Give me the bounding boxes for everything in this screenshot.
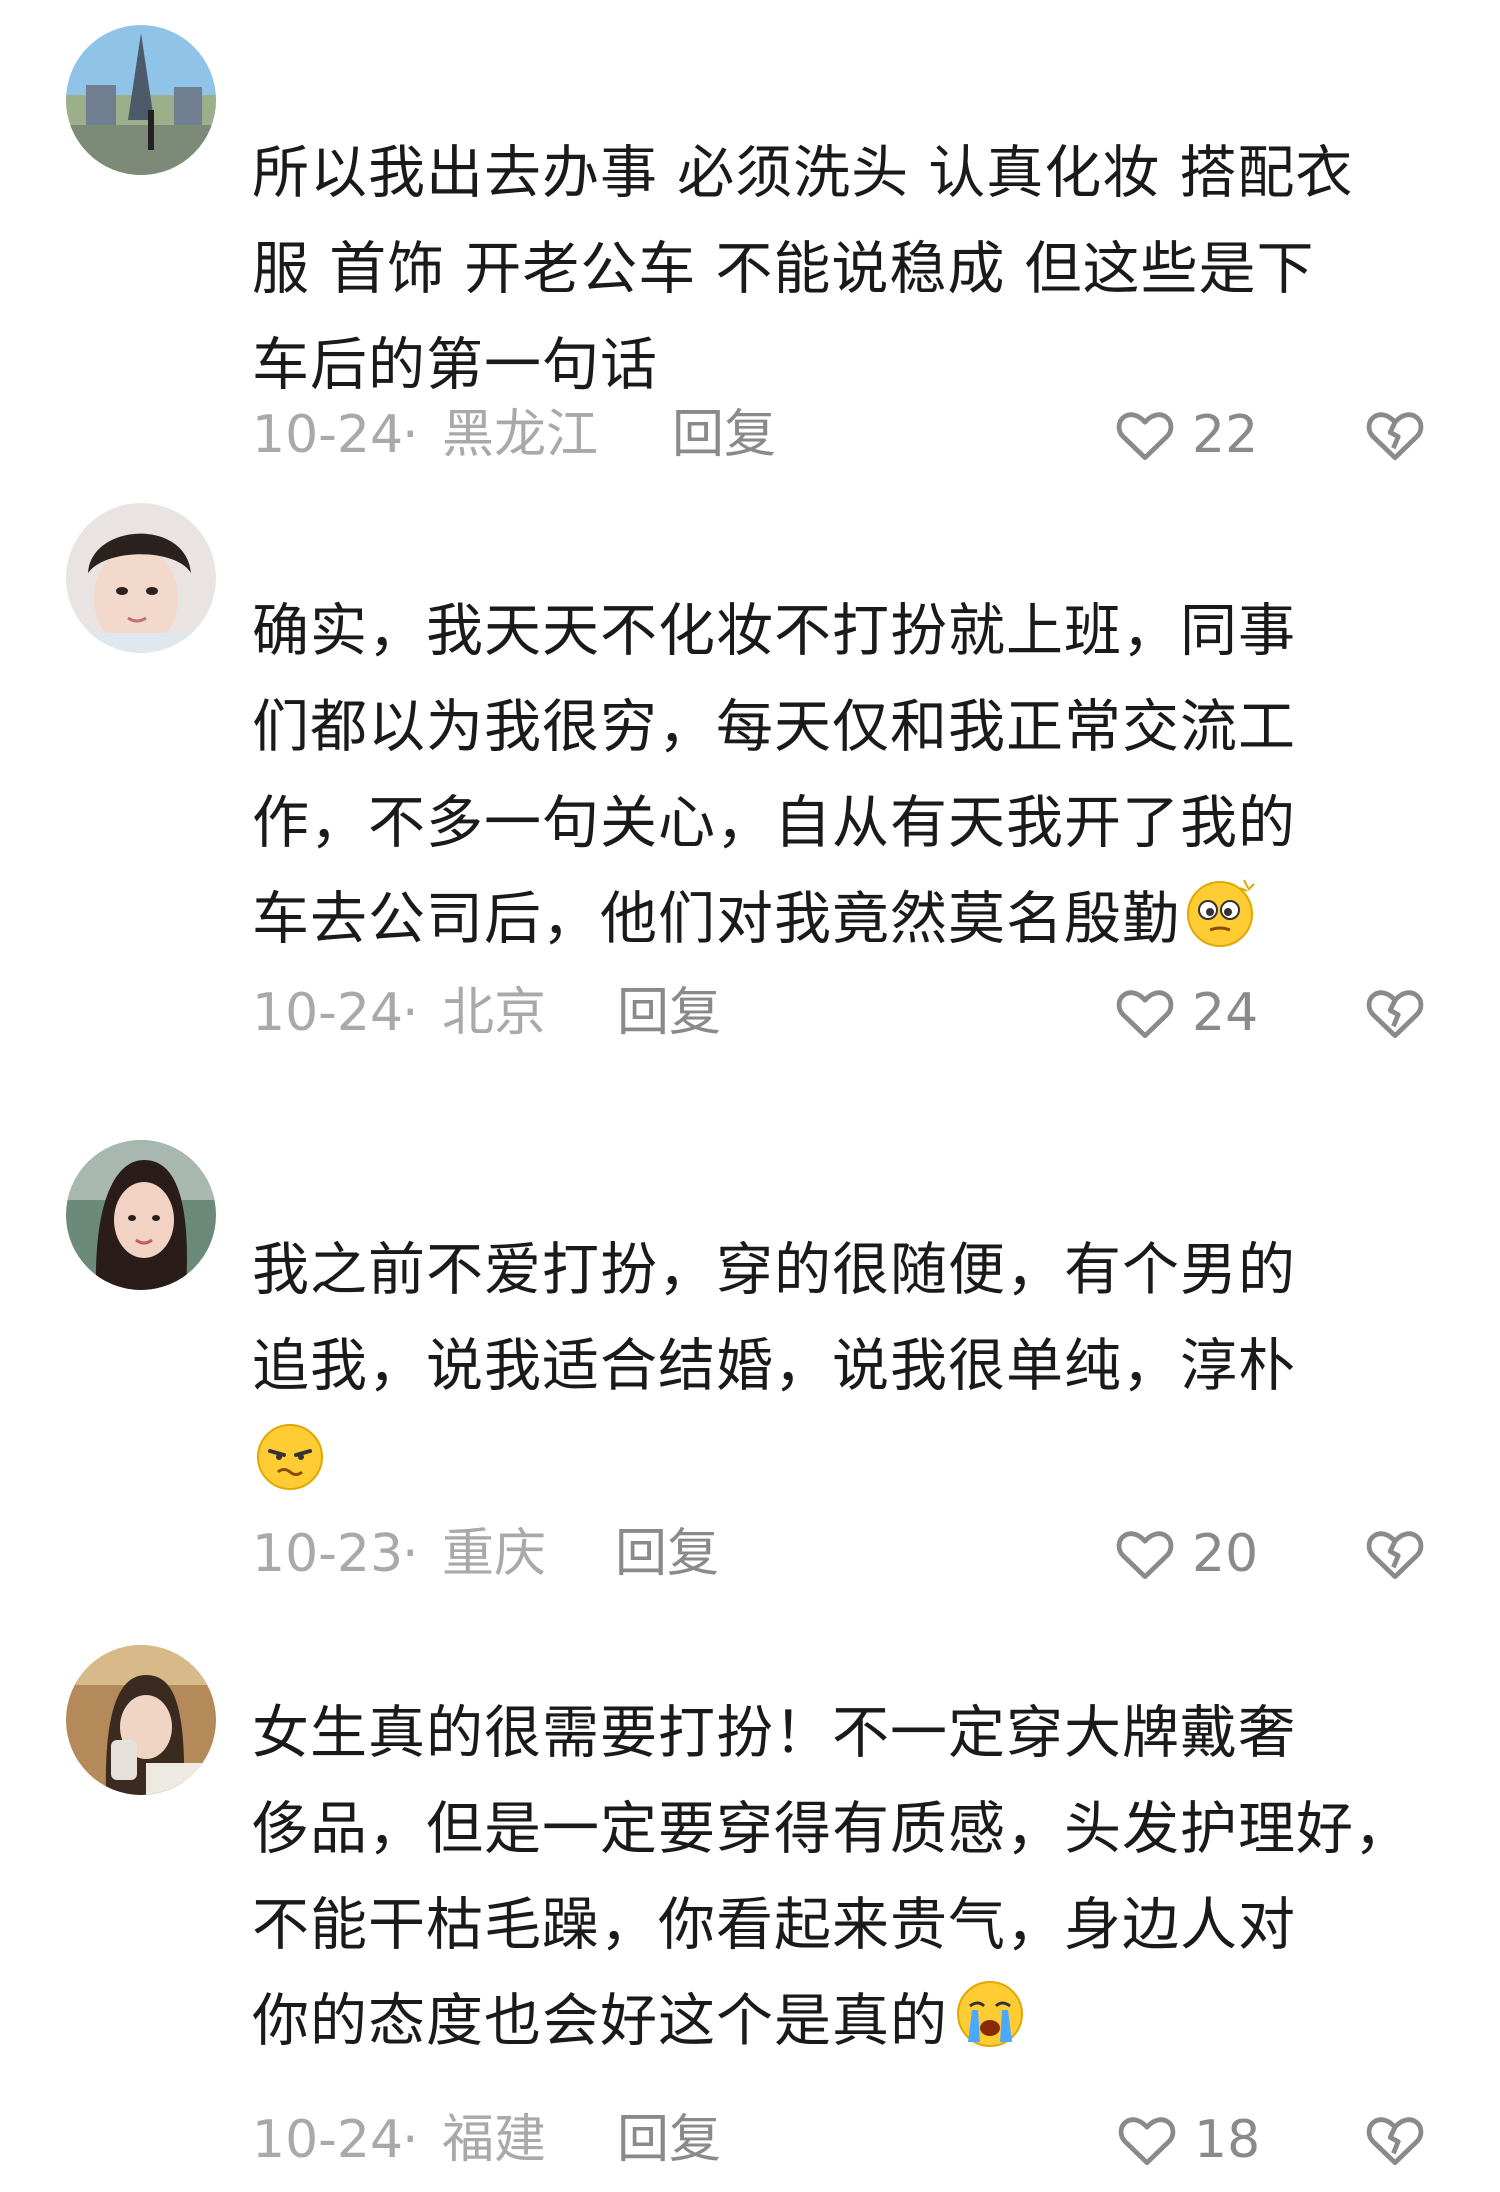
broken-heart-icon[interactable]	[1362, 2108, 1428, 2172]
comment-meta: 10-24 · 福建 回复 18	[252, 2100, 1442, 2180]
meta-separator: ·	[402, 983, 419, 1043]
comment-text: 女生真的很需要打扮！不一定穿大牌戴奢 侈品，但是一定要穿得有质感，头发护理好， …	[252, 1700, 1412, 2054]
broken-heart-icon[interactable]	[1362, 1522, 1428, 1586]
avatar[interactable]	[66, 1140, 216, 1290]
avatar[interactable]	[66, 503, 216, 653]
heart-icon[interactable]	[1112, 403, 1178, 467]
comment-date: 10-24	[252, 983, 404, 1043]
heart-icon[interactable]	[1112, 1522, 1178, 1586]
comment-date: 10-24	[252, 405, 404, 465]
broken-heart-icon[interactable]	[1362, 403, 1428, 467]
like-count: 20	[1192, 1524, 1259, 1584]
like-count: 24	[1192, 983, 1259, 1043]
comment-date: 10-23	[252, 1524, 404, 1584]
crying-face-emoji	[952, 1976, 1028, 2052]
comment-meta: 10-23 · 重庆 回复 20	[252, 1514, 1442, 1594]
reply-button[interactable]: 回复	[617, 2100, 721, 2180]
comment-region: 黑龙江	[442, 405, 599, 465]
reply-button[interactable]: 回复	[672, 395, 776, 475]
dizzy-face-emoji	[1184, 874, 1260, 950]
comment-meta: 10-24 · 北京 回复 24	[252, 973, 1442, 1053]
meta-separator: ·	[402, 405, 419, 465]
reply-button[interactable]: 回复	[615, 1514, 719, 1594]
annoyed-face-emoji	[252, 1417, 328, 1493]
avatar[interactable]	[66, 25, 216, 175]
broken-heart-icon[interactable]	[1362, 981, 1428, 1045]
comment-text: 我之前不爱打扮，穿的很随便，有个男的 追我，说我适合结婚，说我很单纯，淳朴	[252, 1222, 1452, 1510]
heart-icon[interactable]	[1112, 981, 1178, 1045]
comment-region: 重庆	[442, 1524, 547, 1584]
comment-text: 确实，我天天不化妆不打扮就上班，同事 们都以为我很穷，每天仅和我正常交流工 作，…	[252, 598, 1296, 952]
comment-region: 福建	[442, 2110, 547, 2170]
comment-region: 北京	[442, 983, 547, 1043]
comment-meta: 10-24 · 黑龙江 回复 22	[252, 395, 1442, 475]
comment-text: 所以我出去办事 必须洗头 认真化妆 搭配衣 服 首饰 开老公车 不能说稳成 但这…	[252, 140, 1354, 398]
reply-button[interactable]: 回复	[617, 973, 721, 1053]
avatar[interactable]	[66, 1645, 216, 1795]
like-count: 18	[1194, 2110, 1261, 2170]
like-count: 22	[1192, 405, 1259, 465]
heart-icon[interactable]	[1114, 2108, 1180, 2172]
meta-separator: ·	[402, 1524, 419, 1584]
comment-date: 10-24	[252, 2110, 404, 2170]
meta-separator: ·	[402, 2110, 419, 2170]
